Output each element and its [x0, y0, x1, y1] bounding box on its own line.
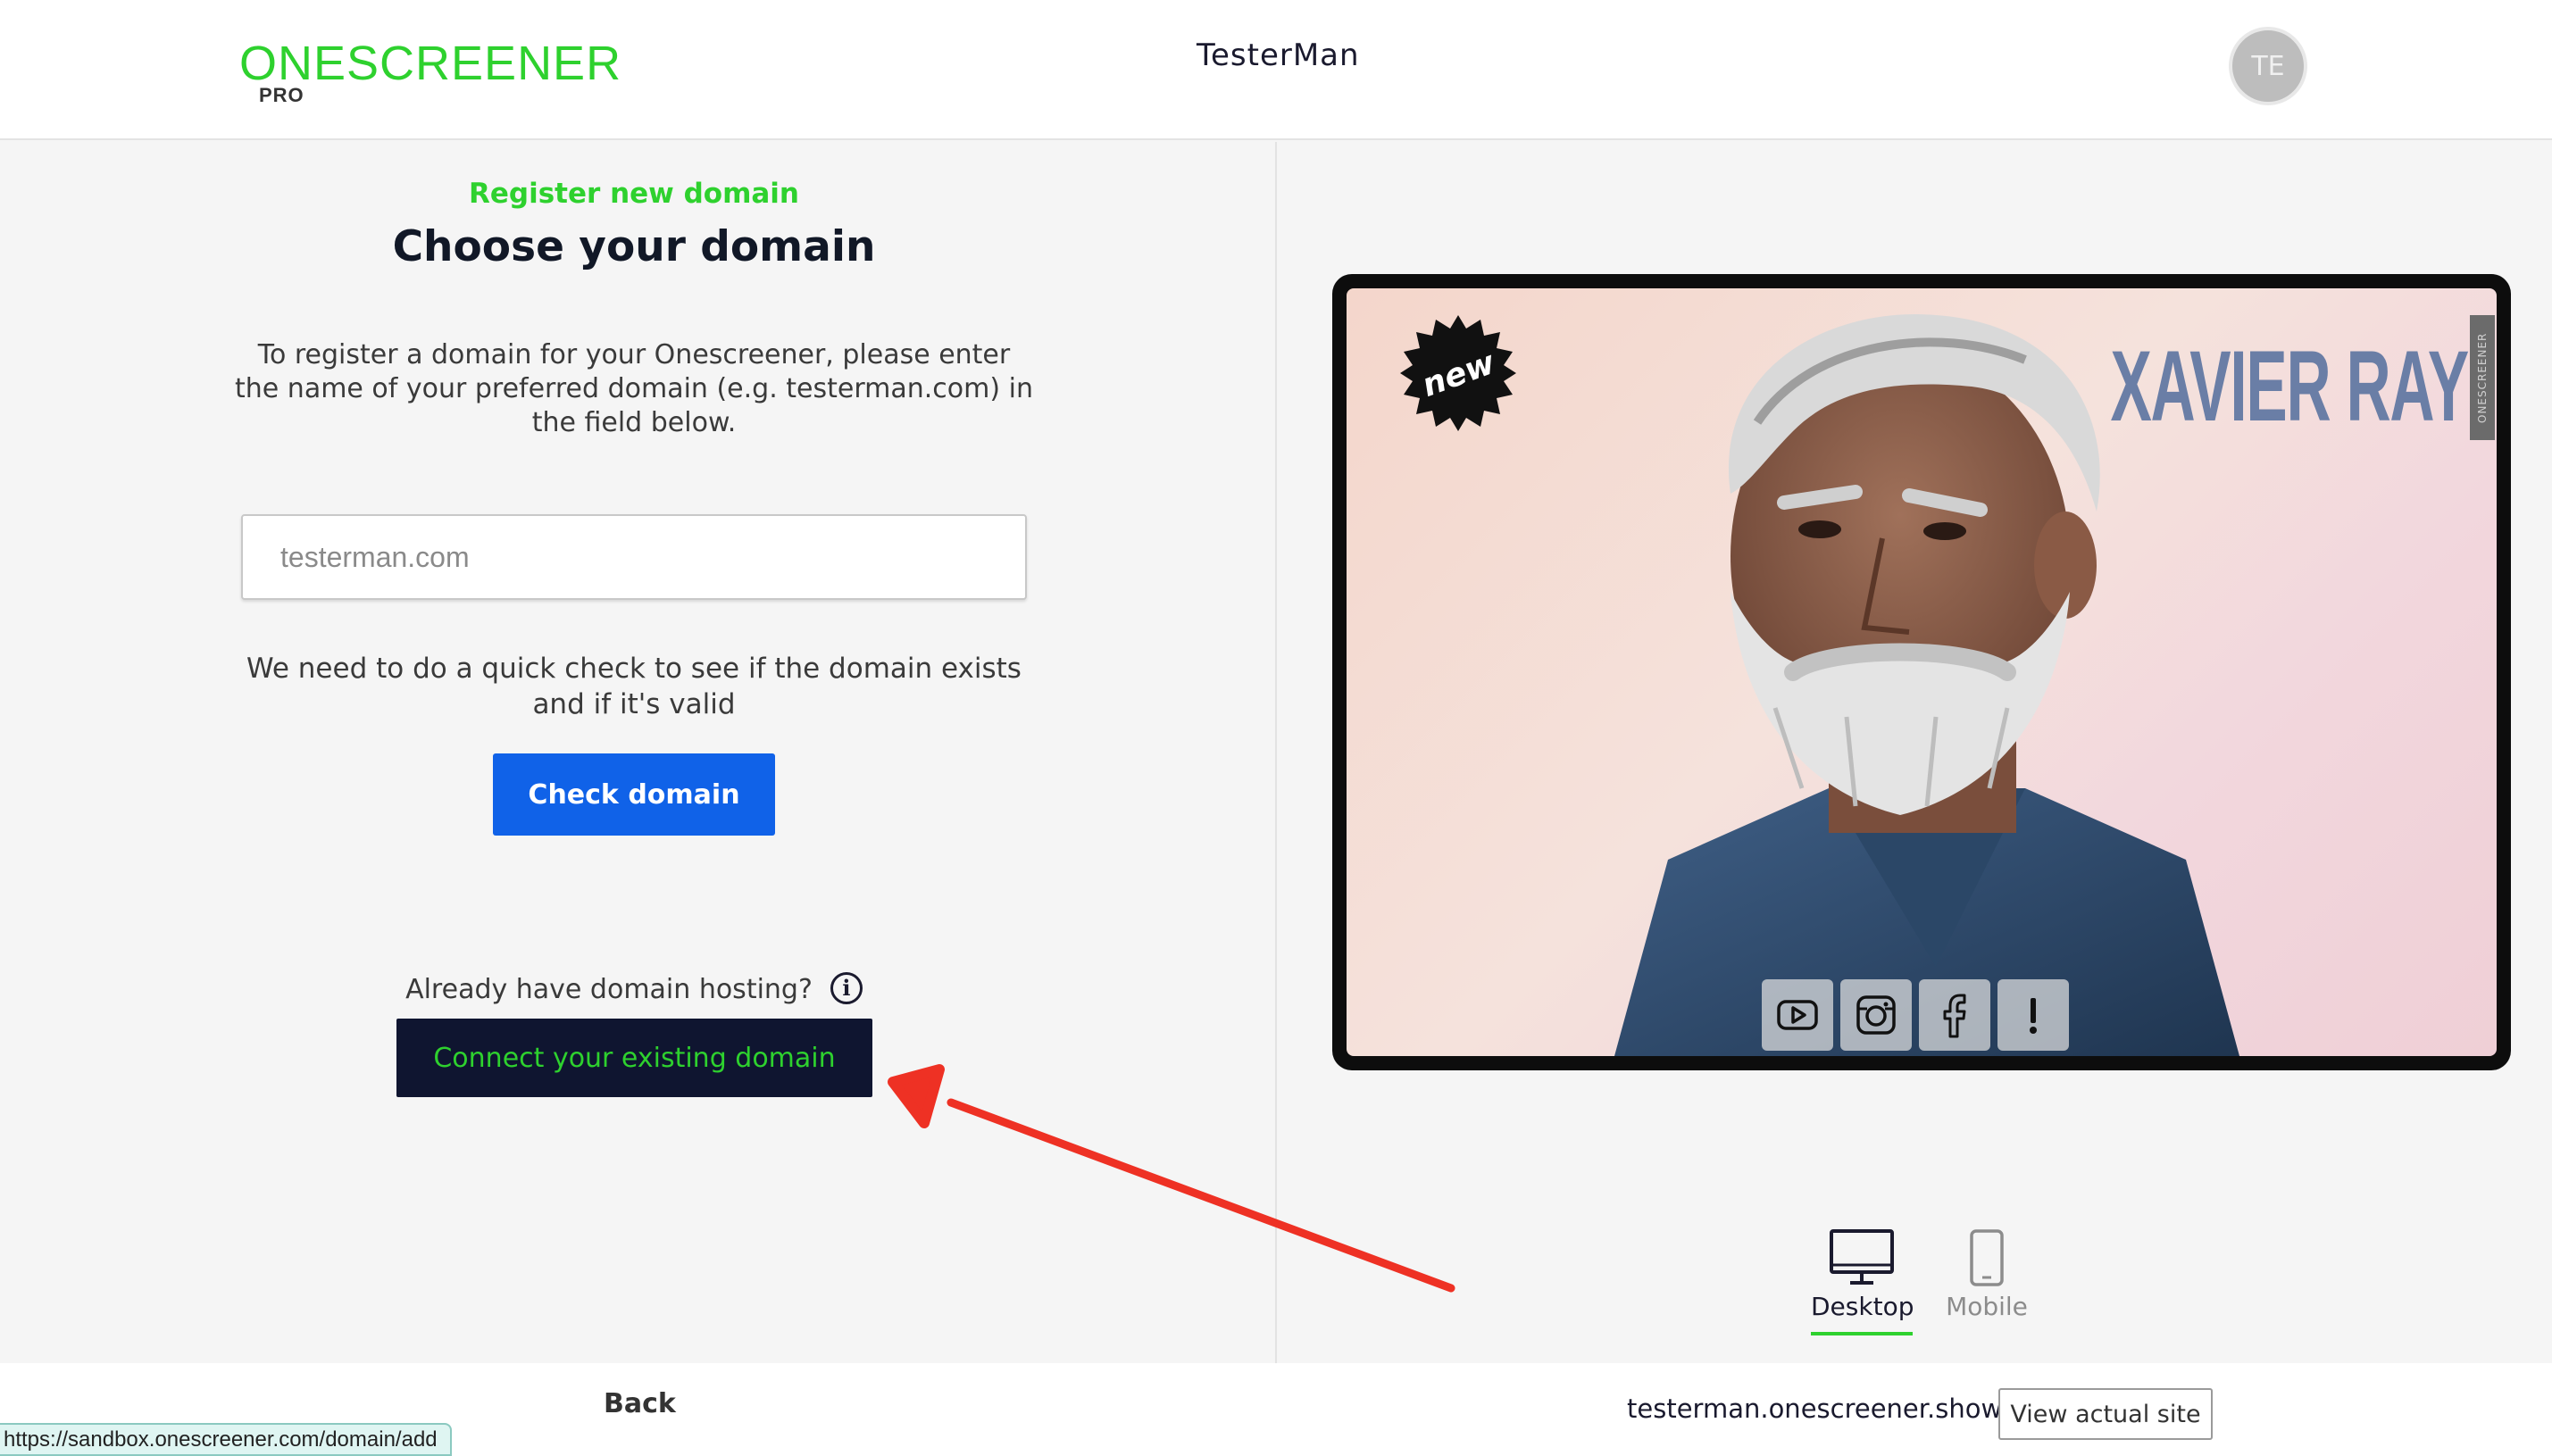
new-badge-icon: new — [1400, 315, 1516, 431]
desktop-view-tab[interactable]: Desktop — [1811, 1224, 1914, 1335]
user-avatar[interactable]: TE — [2229, 27, 2307, 105]
facebook-icon[interactable] — [1919, 979, 1990, 1051]
preview-panel: new XAVIER RAY ONESCREENER Desktop Mobil… — [1279, 142, 2552, 1363]
alert-icon[interactable] — [1997, 979, 2069, 1051]
desktop-icon — [1830, 1229, 1894, 1285]
top-header: ONESCREENER PRO TesterMan TE — [0, 0, 2552, 140]
preview-mode-toggle: Desktop Mobile — [1811, 1224, 2038, 1335]
domain-form-panel: Register new domain Choose your domain T… — [0, 142, 1277, 1363]
inactive-tab-indicator — [1936, 1332, 2038, 1335]
account-name: TesterMan — [1197, 37, 1360, 73]
page-title: Choose your domain — [392, 222, 876, 271]
brand-tier-label: PRO — [259, 84, 304, 106]
brand-side-label: ONESCREENER — [2470, 315, 2495, 440]
back-link[interactable]: Back — [604, 1388, 676, 1419]
brand-logo[interactable]: ONESCREENER — [239, 36, 621, 91]
check-domain-button[interactable]: Check domain — [493, 753, 775, 836]
check-note-text: We need to do a quick check to see if th… — [246, 653, 1022, 720]
site-preview: new XAVIER RAY ONESCREENER — [1347, 288, 2497, 1056]
youtube-icon[interactable] — [1762, 979, 1833, 1051]
desktop-view-label: Desktop — [1811, 1292, 1914, 1321]
instagram-icon[interactable] — [1840, 979, 1912, 1051]
active-tab-indicator — [1811, 1332, 1913, 1335]
social-links-bar — [1762, 979, 2069, 1051]
instructions-text: To register a domain for your Onescreene… — [235, 339, 1033, 438]
mobile-view-tab[interactable]: Mobile — [1936, 1224, 2038, 1335]
connect-existing-domain-button[interactable]: Connect your existing domain — [396, 1019, 872, 1097]
desktop-preview-frame: new XAVIER RAY ONESCREENER — [1332, 274, 2511, 1070]
section-kicker: Register new domain — [468, 178, 800, 210]
link-hover-status: https://sandbox.onescreener.com/domain/a… — [0, 1423, 452, 1456]
mobile-icon — [1970, 1229, 2004, 1286]
info-icon[interactable]: i — [830, 971, 863, 1004]
view-actual-site-button[interactable]: View actual site — [1998, 1388, 2213, 1440]
site-url: testerman.onescreener.show — [1627, 1394, 2003, 1424]
hosting-question-row: Already have domain hosting? i — [0, 971, 1268, 1007]
artist-name: XAVIER RAY — [2110, 330, 2469, 442]
hosting-question-text: Already have domain hosting? — [405, 974, 813, 1005]
mobile-view-label: Mobile — [1946, 1292, 2028, 1321]
domain-input[interactable] — [241, 514, 1027, 600]
